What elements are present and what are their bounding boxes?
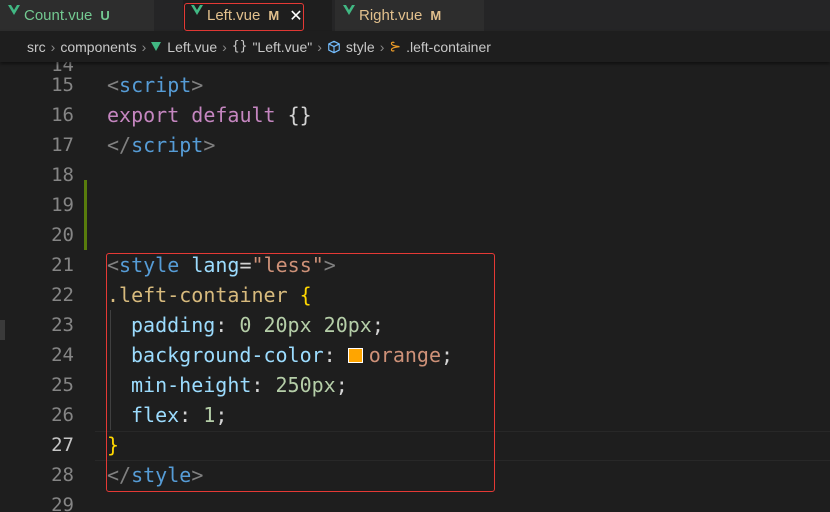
code-line: 24 background-color: orange; (0, 340, 830, 370)
code-line: 26 flex: 1; (0, 400, 830, 430)
tab-label: Count.vue (24, 7, 93, 24)
breadcrumb-src[interactable]: src (27, 39, 46, 55)
line-number: 22 (51, 284, 74, 306)
untracked-badge: U (100, 8, 110, 23)
code-line: 28 </style> (0, 460, 830, 490)
breadcrumb-style-label: style (345, 38, 375, 55)
code-line: 19 (0, 190, 830, 220)
code-line: 15 <script> (0, 70, 830, 100)
line-number: 15 (51, 74, 74, 96)
line-number: 27 (51, 434, 74, 456)
breadcrumb-file[interactable]: Left.vue (151, 39, 217, 55)
code-line: 29 (0, 490, 830, 512)
line-number: 20 (51, 224, 74, 246)
tab-right-vue[interactable]: Right.vue M (335, 0, 485, 31)
code-line: 20 (0, 220, 830, 250)
line-number: 24 (51, 344, 74, 366)
chevron-right-icon: › (50, 38, 56, 55)
breadcrumb-file-label: Left.vue (167, 38, 218, 55)
code-line: 25 min-height: 250px; (0, 370, 830, 400)
line-number: 29 (51, 494, 74, 512)
tab-label: Left.vue (207, 7, 261, 24)
tab-bar: Count.vue U Left.vue M ✕ Right.vue M (0, 0, 830, 31)
chevron-right-icon: › (222, 38, 227, 55)
line-number: 19 (51, 194, 74, 216)
modified-badge: M (430, 8, 442, 23)
tab-label: Right.vue (359, 7, 423, 24)
code-line: 18 (0, 160, 830, 190)
line-number: 23 (51, 314, 74, 336)
code-line: 16 export default {} (0, 100, 830, 130)
code-line: 21 <style lang="less"> (0, 250, 830, 280)
line-number: 16 (51, 104, 74, 126)
chevron-right-icon: › (317, 38, 322, 55)
breadcrumb: src › components › Left.vue › {} "Left.v… (0, 31, 830, 62)
breadcrumb-components[interactable]: components (60, 39, 136, 55)
line-number: 28 (51, 464, 74, 486)
modified-badge: M (268, 8, 280, 23)
braces-icon: {} (231, 39, 248, 54)
breadcrumb-selector-label: .left-container (406, 38, 491, 55)
code-line: 23 padding: 0 20px 20px; (0, 310, 830, 340)
code-line: 27 } (0, 430, 830, 460)
line-number: 26 (51, 404, 74, 426)
breadcrumb-component[interactable]: {} "Left.vue" (232, 39, 312, 55)
color-swatch[interactable] (347, 348, 363, 363)
tab-left-vue[interactable]: Left.vue M ✕ (183, 0, 333, 31)
cube-icon (328, 40, 340, 53)
close-icon[interactable]: ✕ (289, 7, 302, 24)
chevron-right-icon: › (141, 38, 147, 55)
line-number: 18 (51, 164, 74, 186)
breadcrumb-selector[interactable]: ⊱ .left-container (389, 38, 491, 55)
breadcrumb-component-label: "Left.vue" (252, 38, 313, 55)
vue-file-icon (191, 5, 203, 15)
css-class-icon: ⊱ (389, 38, 402, 54)
tab-count-vue[interactable]: Count.vue U (0, 0, 155, 31)
line-number: 21 (51, 254, 74, 276)
vue-file-icon (8, 5, 20, 15)
line-number: 25 (51, 374, 74, 396)
vue-file-icon (151, 42, 162, 51)
line-number: 17 (51, 134, 74, 156)
chevron-right-icon: › (379, 38, 385, 55)
code-line: 22 .left-container { (0, 280, 830, 310)
code-editor[interactable]: 14 15 <script> 16 export default {} 17 <… (0, 54, 830, 512)
code-line: 17 </script> (0, 130, 830, 160)
vue-file-icon (343, 5, 355, 15)
breadcrumb-style[interactable]: style (327, 39, 375, 55)
